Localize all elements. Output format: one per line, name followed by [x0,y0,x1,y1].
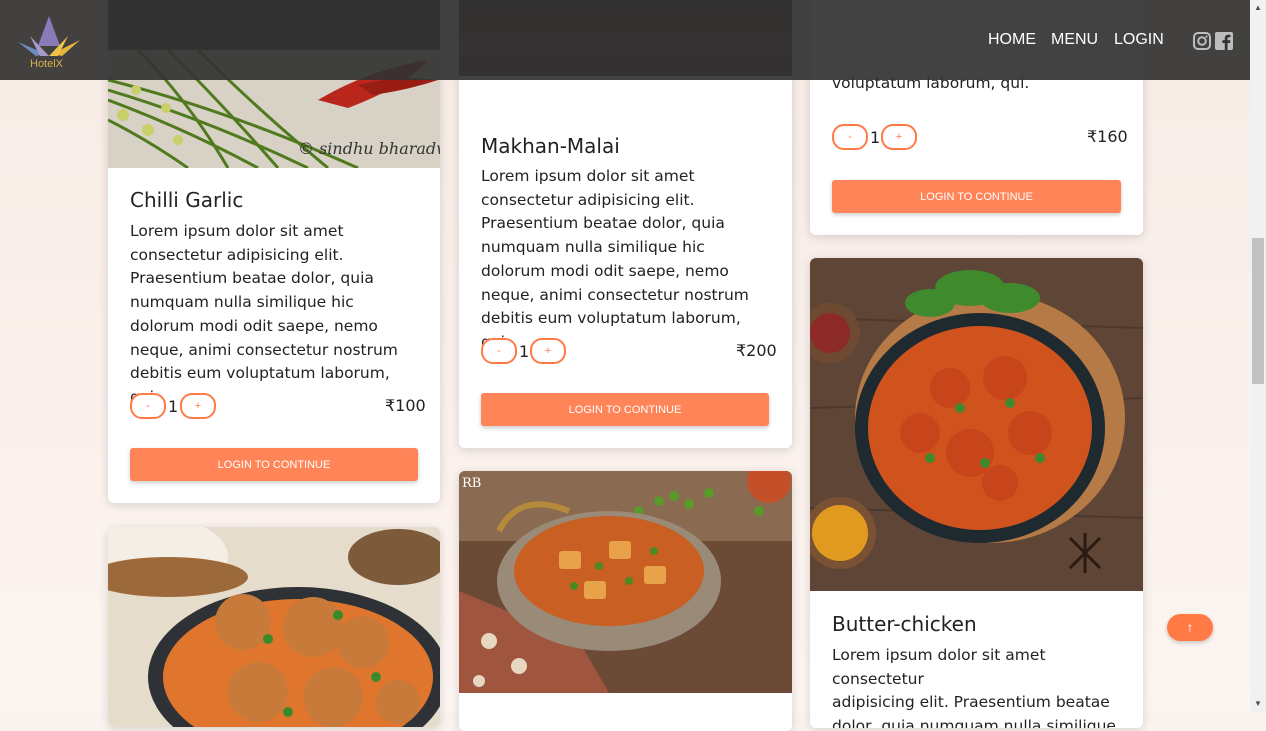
decrease-quantity-button[interactable]: - [832,124,868,150]
card-title: Butter-chicken [832,612,977,636]
quantity-value: 1 [519,342,530,361]
increase-quantity-button[interactable]: + [881,124,917,150]
top-navbar: HotelX HOME MENU LOGIN [0,0,1250,80]
card-title: Makhan-Malai [481,134,620,158]
scroll-down-arrow-icon[interactable]: ▼ [1252,698,1264,710]
card-description: Lorem ipsum dolor sit amet consectetur a… [130,222,398,406]
paneer-image: RB [459,471,792,693]
menu-card-kofta [108,527,440,727]
decrease-quantity-button[interactable]: - [130,393,166,419]
scroll-up-arrow-icon[interactable]: ▲ [1252,2,1264,14]
scroll-to-top-button[interactable]: ↑ [1167,614,1213,641]
menu-card-butter-chicken: Butter-chicken Lorem ipsum dolor sit ame… [810,258,1143,728]
menu-card-paneer: RB [459,471,792,731]
quantity-value: 1 [870,128,881,147]
decrease-quantity-button[interactable]: - [481,338,517,364]
increase-quantity-button[interactable]: + [180,393,216,419]
card-title: Chilli Garlic [130,188,244,212]
item-price: ₹100 [385,396,426,415]
increase-quantity-button[interactable]: + [530,338,566,364]
brand-name: HotelX [30,58,64,70]
card-description: Lorem ipsum dolor sit amet consectetur a… [481,167,749,351]
image-watermark: RB [462,476,481,491]
login-to-continue-button[interactable]: LOGIN TO CONTINUE [481,393,769,426]
quantity-value: 1 [168,397,179,416]
login-to-continue-button[interactable]: LOGIN TO CONTINUE [832,180,1121,213]
kofta-image [108,527,440,727]
instagram-icon[interactable] [1193,32,1211,50]
card-description: Lorem ipsum dolor sit amet consectetur a… [832,644,1122,728]
scrollbar-thumb[interactable] [1252,238,1264,384]
description-line: dolor, quia numquam nulla similique hic [832,717,1116,728]
description-line: Lorem ipsum dolor sit amet consectetur [832,646,1046,688]
login-to-continue-button[interactable]: LOGIN TO CONTINUE [130,448,418,481]
image-watermark: © sindhu bharadwaj [298,139,440,158]
butter-chicken-image [810,258,1143,591]
facebook-icon[interactable] [1215,32,1233,50]
nav-menu-link[interactable]: MENU [1051,31,1098,49]
item-price: ₹160 [1087,127,1128,146]
item-price: ₹200 [736,341,777,360]
nav-home-link[interactable]: HOME [988,31,1036,49]
nav-login-link[interactable]: LOGIN [1114,31,1164,49]
